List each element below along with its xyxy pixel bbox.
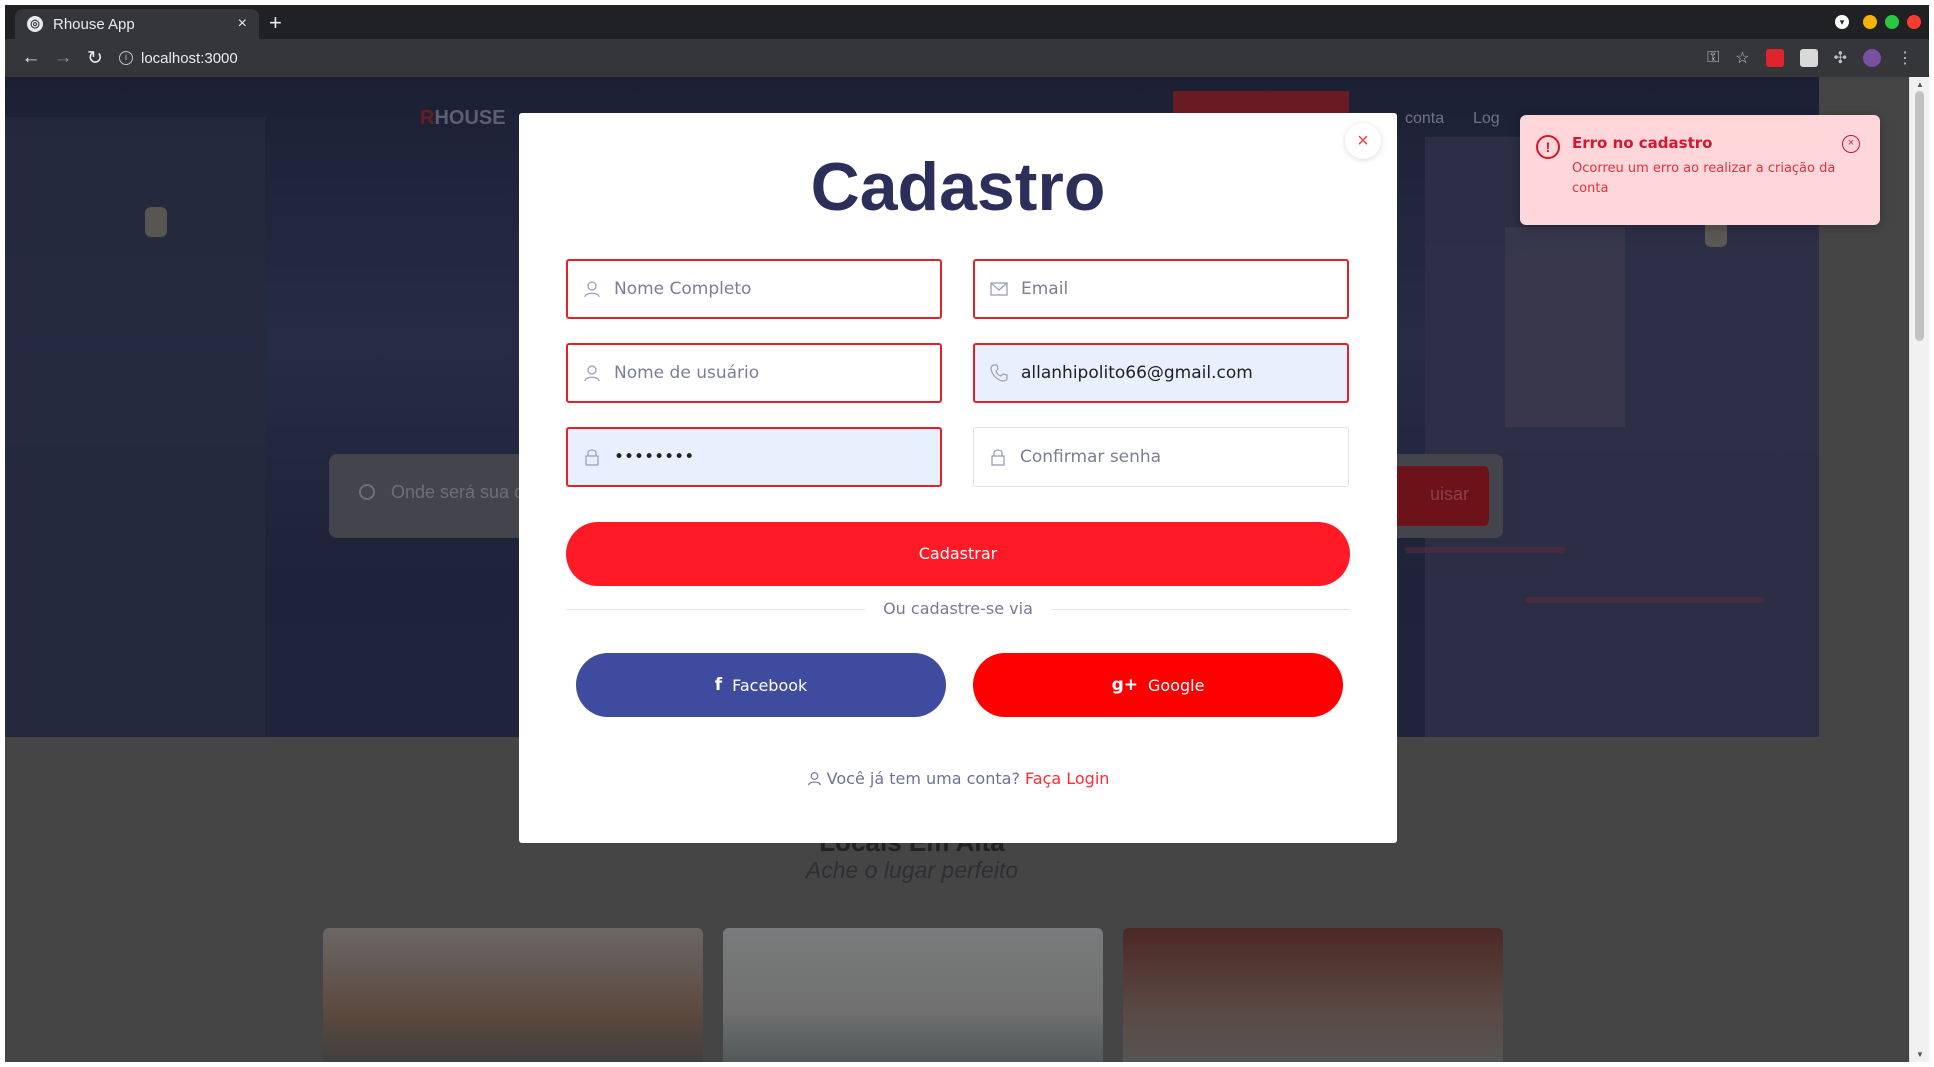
minimize-button[interactable] xyxy=(1863,15,1877,29)
toast-title: Erro no cadastro xyxy=(1572,134,1713,152)
bookmark-star-icon[interactable]: ☆ xyxy=(1735,48,1749,68)
google-plus-icon: g+ xyxy=(1111,675,1138,695)
forward-button[interactable]: → xyxy=(47,47,79,69)
cadastrar-button[interactable]: Cadastrar xyxy=(566,522,1350,586)
search-icon xyxy=(359,484,375,500)
window-controls: ▾ xyxy=(1835,15,1921,29)
new-tab-button[interactable]: + xyxy=(269,10,282,36)
back-button[interactable]: ← xyxy=(15,47,47,69)
menu-kebab-icon[interactable]: ⋮ xyxy=(1897,48,1913,68)
tab-close-icon[interactable]: × xyxy=(238,15,247,33)
confirm-password-field[interactable] xyxy=(973,427,1349,487)
browser-window: ◎ Rhouse App × + ▾ ← → ↻ i localhost:300… xyxy=(5,5,1929,1062)
user-icon xyxy=(807,769,827,788)
lock-icon xyxy=(582,447,602,467)
modal-title: Cadastro xyxy=(810,149,1106,225)
toolbar-right: ⚿ ☆ ✣ ⋮ xyxy=(1707,48,1913,68)
confirm-password-input[interactable] xyxy=(1020,447,1330,467)
email-input[interactable] xyxy=(1021,279,1331,299)
user-icon xyxy=(582,363,602,383)
lock-icon xyxy=(988,447,1008,467)
phone-input[interactable] xyxy=(1021,363,1331,383)
search-button[interactable]: uisar xyxy=(1389,466,1489,526)
facebook-button[interactable]: f Facebook xyxy=(576,653,946,717)
toast-message: Ocorreu um erro ao realizar a criação da… xyxy=(1572,161,1836,196)
nav-link-login[interactable]: Log xyxy=(1473,110,1500,128)
page-viewport: RHOUSE conta Log Onde será sua c uisar L… xyxy=(5,77,1909,1062)
email-field[interactable] xyxy=(973,259,1349,319)
browser-tab[interactable]: ◎ Rhouse App × xyxy=(15,9,259,39)
property-card[interactable] xyxy=(323,928,703,1062)
user-icon xyxy=(582,279,602,299)
extension-icon[interactable] xyxy=(1799,49,1818,67)
login-prompt: Você já tem uma conta? Faça Login xyxy=(519,769,1397,788)
scroll-up-icon[interactable]: ▲ xyxy=(1916,80,1924,89)
key-icon[interactable]: ⚿ xyxy=(1707,49,1719,67)
scrollbar[interactable]: ▲ ▼ xyxy=(1909,77,1929,1062)
address-bar[interactable]: i localhost:3000 xyxy=(119,50,238,67)
login-prompt-text: Você já tem uma conta? xyxy=(826,769,1020,788)
facebook-icon: f xyxy=(714,675,723,695)
extension-youtube-icon[interactable] xyxy=(1765,49,1784,67)
avatar[interactable] xyxy=(1863,49,1881,67)
phone-field[interactable] xyxy=(973,343,1349,403)
property-card[interactable] xyxy=(723,928,1103,1062)
google-label: Google xyxy=(1148,675,1205,695)
error-icon: ! xyxy=(1536,135,1560,159)
divider-label: Ou cadastre-se via xyxy=(519,599,1397,619)
error-toast: ! Erro no cadastro Ocorreu um erro ao re… xyxy=(1520,115,1880,225)
envelope-icon xyxy=(989,279,1009,299)
site-logo[interactable]: RHOUSE xyxy=(420,107,506,130)
scroll-down-icon[interactable]: ▼ xyxy=(1916,1050,1924,1059)
nav-link-conta[interactable]: conta xyxy=(1405,110,1444,128)
browser-toolbar: ← → ↻ i localhost:3000 ⚿ ☆ ✣ ⋮ xyxy=(5,39,1929,77)
url-text[interactable]: localhost:3000 xyxy=(141,50,238,67)
reload-button[interactable]: ↻ xyxy=(79,47,111,70)
property-card[interactable] xyxy=(1123,928,1503,1062)
full-name-input[interactable] xyxy=(614,279,924,299)
google-button[interactable]: g+ Google xyxy=(973,653,1343,717)
globe-icon: ◎ xyxy=(27,16,43,32)
username-field[interactable] xyxy=(566,343,942,403)
tab-title: Rhouse App xyxy=(53,15,135,33)
username-input[interactable] xyxy=(614,363,924,383)
puzzle-icon[interactable]: ✣ xyxy=(1834,48,1847,68)
phone-icon xyxy=(989,363,1009,383)
login-link[interactable]: Faça Login xyxy=(1025,769,1109,788)
facebook-label: Facebook xyxy=(732,675,808,695)
toast-close-icon[interactable]: × xyxy=(1842,135,1860,153)
password-input[interactable] xyxy=(614,447,924,467)
search-input[interactable]: Onde será sua c xyxy=(391,482,523,503)
site-info-icon[interactable]: i xyxy=(119,51,133,65)
close-window-button[interactable] xyxy=(1907,15,1921,29)
section-subtitle: Ache o lugar perfeito xyxy=(805,857,1019,883)
tab-bar: ◎ Rhouse App × + ▾ xyxy=(5,5,1929,39)
tab-search-icon[interactable]: ▾ xyxy=(1835,15,1849,29)
scroll-thumb[interactable] xyxy=(1915,91,1924,341)
full-name-field[interactable] xyxy=(566,259,942,319)
password-field[interactable] xyxy=(566,427,942,487)
maximize-button[interactable] xyxy=(1885,15,1899,29)
signup-modal: × Cadastro Nome Completo Email Nome de u… xyxy=(519,113,1397,843)
